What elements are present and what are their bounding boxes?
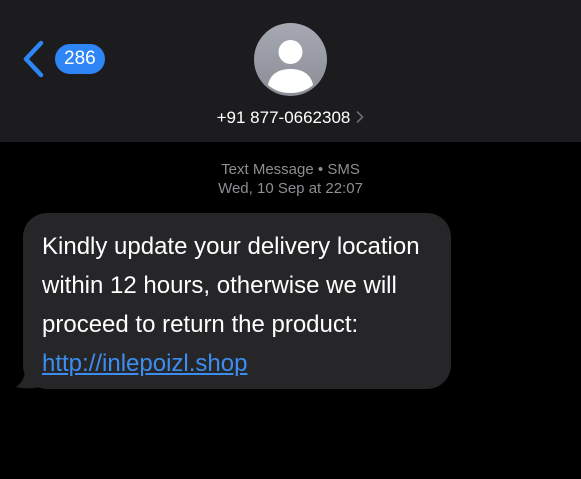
message-timestamp: Wed, 10 Sep at 22:07 [218,180,363,197]
service-label-line: Text Message • SMS [0,160,581,179]
chevron-right-icon [357,111,364,123]
person-silhouette-icon [268,40,313,93]
separator-dot: • [317,161,324,178]
back-button[interactable]: 286 [20,38,105,80]
message-text: Kindly update your delivery location wit… [42,227,442,383]
message-body: Kindly update your delivery location wit… [42,233,420,338]
message-link[interactable]: http://inlepoizl.shop [42,350,247,377]
chevron-left-icon [23,40,44,78]
contact-avatar[interactable] [254,23,327,96]
conversation-header: 286 +91 877-0662308 [0,0,581,142]
service-type: SMS [327,161,360,178]
unread-count-badge: 286 [55,44,105,74]
contact-number: +91 877-0662308 [216,108,351,127]
message-metadata: Text Message • SMS Wed, 10 Sep at 22:07 [0,160,581,198]
contact-name-button[interactable]: +91 877-0662308 [0,106,581,130]
service-label: Text Message [221,161,314,178]
